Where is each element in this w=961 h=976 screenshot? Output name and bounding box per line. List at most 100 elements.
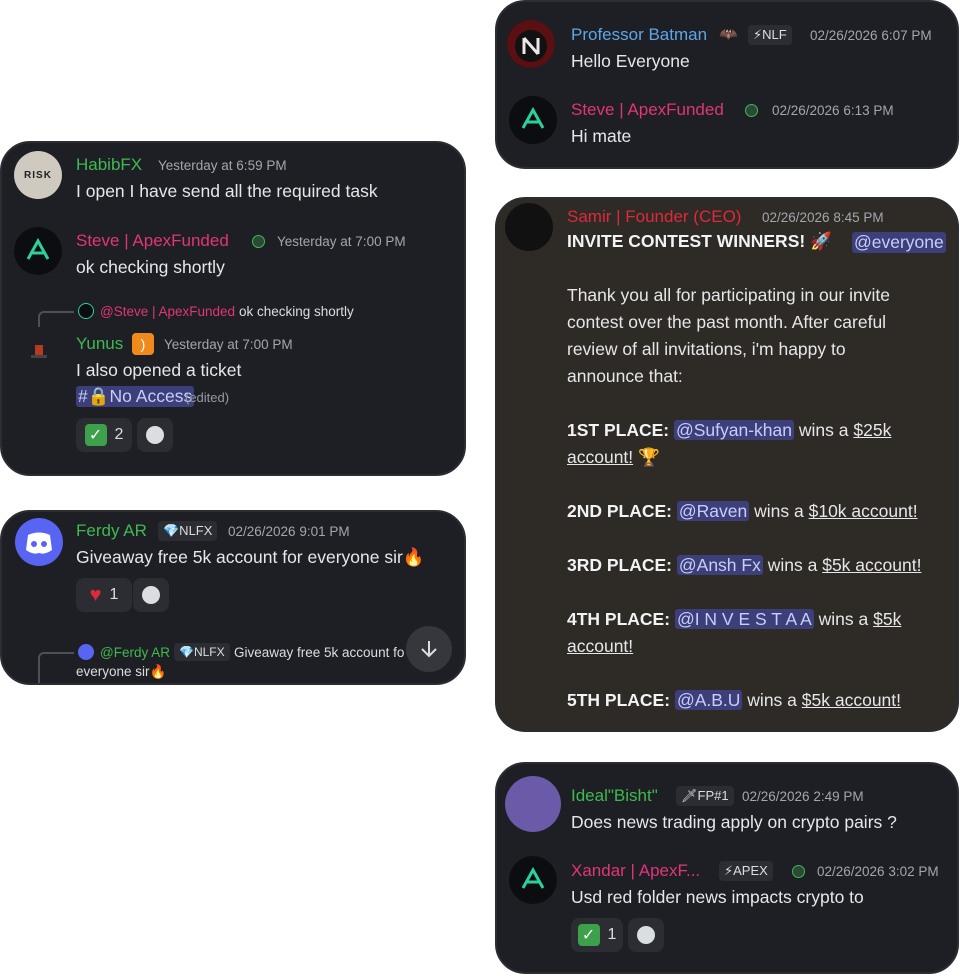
intro-line-2: contest over the past month. After caref…	[567, 312, 887, 332]
add-reaction-button[interactable]	[137, 418, 173, 452]
wifi-badge-icon: )	[132, 333, 154, 355]
timestamp: 02/26/2026 6:07 PM	[810, 28, 932, 43]
message-card-habib: RISK HabibFX Yesterday at 6:59 PM I open…	[0, 141, 466, 476]
reply-role-tag: 💎NLFX	[174, 643, 230, 661]
message-text: Hi mate	[571, 126, 632, 146]
role-tag[interactable]: ⚡NLF	[748, 25, 792, 45]
winner-mention[interactable]: @Sufyan-khan	[673, 420, 795, 440]
prize-link[interactable]: $5k account!	[822, 555, 921, 575]
timestamp: 02/26/2026 9:01 PM	[228, 524, 350, 539]
username[interactable]: Yunus	[76, 334, 123, 354]
place-3: 3RD PLACE: @Ansh Fx wins a $5k account!	[567, 555, 921, 576]
message-text: Giveaway free 5k account for everyone si…	[76, 547, 425, 567]
reply-text[interactable]: ok checking shortly	[239, 304, 354, 319]
avatar-samir[interactable]	[505, 203, 553, 251]
role-tag[interactable]: 💎NLFX	[158, 521, 218, 541]
message-card-ideal: Ideal"Bisht" 🗡FP#1 02/26/2026 2:49 PM Do…	[495, 762, 959, 974]
reaction-check[interactable]: ✓ 1	[571, 918, 623, 952]
apex-logo-icon	[509, 856, 557, 904]
place-label: 4TH PLACE:	[567, 609, 671, 629]
heart-icon: ♥	[89, 583, 102, 606]
wins-text: wins a	[747, 690, 797, 710]
check-icon: ✓	[84, 424, 107, 446]
username[interactable]: Steve | ApexFunded	[76, 231, 229, 251]
timestamp: 02/26/2026 6:13 PM	[772, 103, 894, 118]
prize-link[interactable]: $5k	[873, 609, 901, 629]
intro-line-3: review of all invitations, i'm happy to	[567, 339, 846, 359]
reply-username[interactable]: @Ferdy AR	[100, 645, 170, 660]
username[interactable]: Ideal"Bisht"	[571, 786, 658, 806]
avatar-steve[interactable]	[14, 227, 62, 275]
arrow-down-icon	[421, 641, 437, 658]
trophy-icon: 🏆	[638, 447, 660, 467]
avatar-xandar[interactable]	[509, 856, 557, 904]
place-label: 2ND PLACE:	[567, 501, 673, 521]
place-label: 3RD PLACE:	[567, 555, 673, 575]
everyone-mention[interactable]: @everyone	[852, 232, 946, 253]
intro-line-1: Thank you all for participating in our i…	[567, 285, 890, 305]
reply-connector	[38, 311, 74, 327]
wins-text: wins a	[767, 555, 818, 575]
avatar-professor-batman[interactable]	[507, 20, 555, 68]
username[interactable]: Steve | ApexFunded	[571, 100, 724, 120]
username[interactable]: HabibFX	[76, 155, 142, 175]
edited-label: (edited)	[185, 390, 230, 405]
winner-mention[interactable]: @I N V E S T A A	[674, 609, 814, 629]
winner-mention[interactable]: @A.B.U	[674, 690, 743, 710]
place-4: 4TH PLACE: @I N V E S T A A wins a $5k	[567, 609, 901, 630]
timestamp: 02/26/2026 2:49 PM	[742, 789, 864, 804]
add-reaction-button[interactable]	[628, 918, 664, 952]
prize-link[interactable]: $25k	[853, 420, 891, 440]
avatar-ferdy[interactable]	[15, 518, 63, 566]
place-4-cont: account!	[567, 636, 633, 657]
headline-text: INVITE CONTEST WINNERS! 🚀	[567, 231, 832, 251]
reply-text-cont[interactable]: everyone sir🔥	[76, 664, 166, 680]
message-card-batman: Professor Batman 🦇 ⚡NLF 02/26/2026 6:07 …	[495, 0, 959, 169]
place-label: 5TH PLACE:	[567, 690, 671, 710]
username[interactable]: Ferdy AR	[76, 521, 147, 541]
reply-username[interactable]: @Steve | ApexFunded	[100, 304, 235, 319]
status-icon	[252, 235, 265, 248]
prize-link[interactable]: $10k account!	[809, 501, 918, 521]
add-reaction-button[interactable]	[133, 578, 169, 612]
reply-text[interactable]: Giveaway free 5k account fo	[234, 645, 404, 660]
username[interactable]: Xandar | ApexF...	[571, 861, 700, 881]
prize-link[interactable]: $5k account!	[802, 690, 901, 710]
channel-link[interactable]: #🔒No Access	[76, 386, 195, 407]
timestamp: 02/26/2026 8:45 PM	[762, 210, 884, 225]
scroll-down-button[interactable]	[406, 626, 452, 672]
reply-avatar	[78, 644, 94, 660]
reaction-count: 2	[114, 426, 124, 443]
message-card-contest: Samir | Founder (CEO) 02/26/2026 8:45 PM…	[495, 197, 959, 732]
avatar-ideal-bisht[interactable]	[505, 776, 561, 832]
status-icon	[792, 865, 805, 878]
message-card-ferdy: Ferdy AR 💎NLFX 02/26/2026 9:01 PM Giveaw…	[0, 510, 466, 685]
place-5: 5TH PLACE: @A.B.U wins a $5k account!	[567, 690, 901, 711]
timestamp: Yesterday at 7:00 PM	[164, 337, 293, 352]
timestamp: 02/26/2026 3:02 PM	[817, 864, 939, 879]
username[interactable]: Professor Batman	[571, 25, 707, 45]
winner-mention[interactable]: @Raven	[676, 501, 750, 521]
place-label: 1ST PLACE:	[567, 420, 670, 440]
prize-link[interactable]: account!	[567, 636, 633, 656]
avatar-habibfx[interactable]: RISK	[14, 151, 62, 199]
avatar-steve[interactable]	[509, 96, 557, 144]
reply-avatar	[78, 303, 94, 319]
username[interactable]: Samir | Founder (CEO)	[567, 207, 741, 227]
message-text: I also opened a ticket	[76, 360, 242, 380]
smiley-icon	[146, 426, 164, 444]
timestamp: Yesterday at 7:00 PM	[277, 234, 406, 249]
status-icon	[745, 104, 758, 117]
message-text: ok checking shortly	[76, 257, 225, 277]
bat-emoji: 🦇	[719, 26, 738, 43]
role-tag[interactable]: 🗡FP#1	[676, 786, 734, 806]
role-tag[interactable]: ⚡APEX	[719, 861, 773, 881]
prize-link[interactable]: account!	[567, 447, 633, 467]
wins-text: wins a	[798, 420, 849, 440]
winner-mention[interactable]: @Ansh Fx	[676, 555, 763, 575]
smiley-icon	[637, 926, 655, 944]
avatar-yunus[interactable]	[28, 341, 50, 363]
message-text: Hello Everyone	[571, 51, 690, 71]
reaction-heart[interactable]: ♥ 1	[76, 578, 132, 612]
reaction-check[interactable]: ✓ 2	[76, 418, 132, 452]
